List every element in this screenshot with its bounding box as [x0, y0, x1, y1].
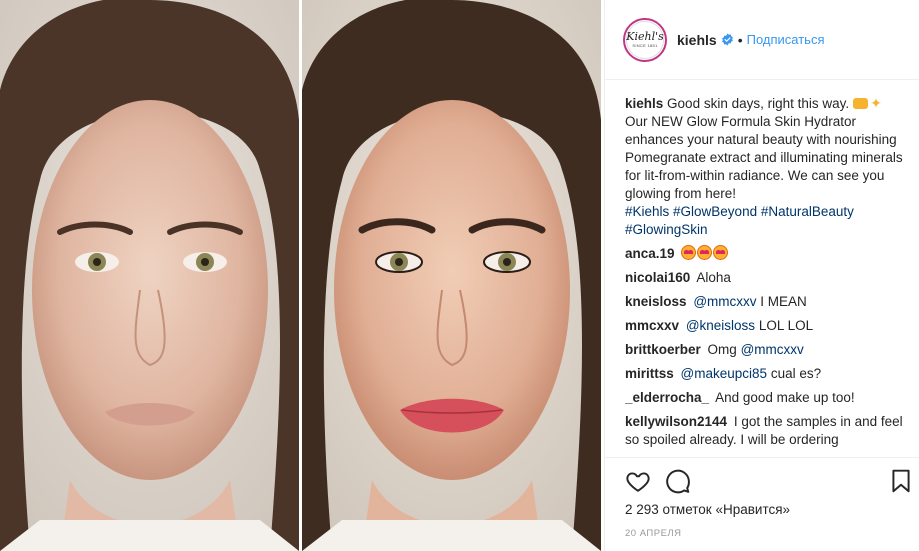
- comment-username[interactable]: anca.19: [625, 246, 675, 261]
- comment-mention[interactable]: @makeupci85: [681, 366, 768, 381]
- comment-text: Omg: [707, 342, 741, 357]
- comment-mention[interactable]: @mmcxxv: [741, 342, 804, 357]
- post-actions: 2 293 отметок «Нравится» 20 АПРЕЛЯ: [605, 457, 919, 549]
- avatar[interactable]: Kiehl's SINCE 1851: [623, 17, 667, 62]
- sparkles-emoji-icon: ✦: [870, 95, 882, 111]
- comment-username[interactable]: kneisloss: [625, 294, 687, 309]
- comment-item: mmcxxv @kneisloss LOL LOL: [625, 317, 905, 335]
- comments-list[interactable]: kiehls Good skin days, right this way. ✦ …: [625, 94, 905, 456]
- comment-item: nicolai160 Aloha: [625, 269, 905, 287]
- comment-username[interactable]: brittkoerber: [625, 342, 701, 357]
- comment-username[interactable]: mirittss: [625, 366, 674, 381]
- caption-body: Our NEW Glow Formula Skin Hydrator enhan…: [625, 114, 903, 201]
- comment-username[interactable]: nicolai160: [625, 270, 690, 285]
- logo-subtext: SINCE 1851: [632, 43, 658, 48]
- heart-icon[interactable]: [625, 468, 651, 494]
- comment-username[interactable]: _elderrocha_: [625, 390, 709, 405]
- comment-username[interactable]: mmcxxv: [625, 318, 679, 333]
- comment-username[interactable]: kellywilson2144: [625, 414, 727, 429]
- post-caption: kiehls Good skin days, right this way. ✦ …: [625, 94, 905, 239]
- avatar-logo: Kiehl's SINCE 1851: [626, 20, 664, 59]
- comment-text: LOL LOL: [758, 318, 814, 333]
- separator-dot: •: [737, 31, 743, 48]
- comment-item: brittkoerber Omg @mmcxxv: [625, 341, 905, 359]
- heart-eyes-emoji-icon: [681, 245, 697, 260]
- verified-badge-icon: [721, 33, 733, 46]
- comment-item: mirittss @makeupci85 cual es?: [625, 365, 905, 383]
- comment-text: Aloha: [696, 270, 731, 285]
- comment-mention[interactable]: @mmcxxv: [693, 294, 756, 309]
- comment-item: kellywilson2144 I got the samples in and…: [625, 413, 905, 449]
- post-photo-before: [0, 0, 299, 551]
- follow-button[interactable]: Подписаться: [747, 32, 825, 47]
- caption-username[interactable]: kiehls: [625, 96, 663, 111]
- comment-text: And good make up too!: [715, 390, 855, 405]
- post-sidebar: Kiehl's SINCE 1851 kiehls • Подписаться …: [604, 0, 919, 551]
- comment-item: anca.19: [625, 245, 905, 263]
- heart-eyes-emoji-icon: [713, 245, 729, 260]
- pointing-hand-emoji-icon: [853, 98, 869, 109]
- comment-item: kneisloss @mmcxxv I MEAN: [625, 293, 905, 311]
- caption-hashtags[interactable]: #Kiehls #GlowBeyond #NaturalBeauty #Glow…: [625, 203, 905, 239]
- post-media[interactable]: [0, 0, 604, 551]
- post-photo-after: [302, 0, 601, 551]
- heart-eyes-emoji-icon: [697, 245, 713, 260]
- comment-item: _elderrocha_ And good make up too!: [625, 389, 905, 407]
- caption-text: Good skin days, right this way.: [667, 96, 850, 111]
- likes-count[interactable]: 2 293 отметок «Нравится»: [625, 502, 790, 517]
- bookmark-icon[interactable]: [888, 468, 914, 494]
- comment-icon[interactable]: [665, 468, 691, 494]
- header-username[interactable]: kiehls: [677, 32, 717, 48]
- comment-mention[interactable]: @kneisloss: [686, 318, 755, 333]
- post-date[interactable]: 20 АПРЕЛЯ: [625, 528, 682, 539]
- comment-text: cual es?: [770, 366, 822, 381]
- logo-text: Kiehl's: [626, 30, 664, 43]
- comment-text: I MEAN: [760, 294, 807, 309]
- post-header: Kiehl's SINCE 1851 kiehls • Подписаться: [605, 0, 919, 80]
